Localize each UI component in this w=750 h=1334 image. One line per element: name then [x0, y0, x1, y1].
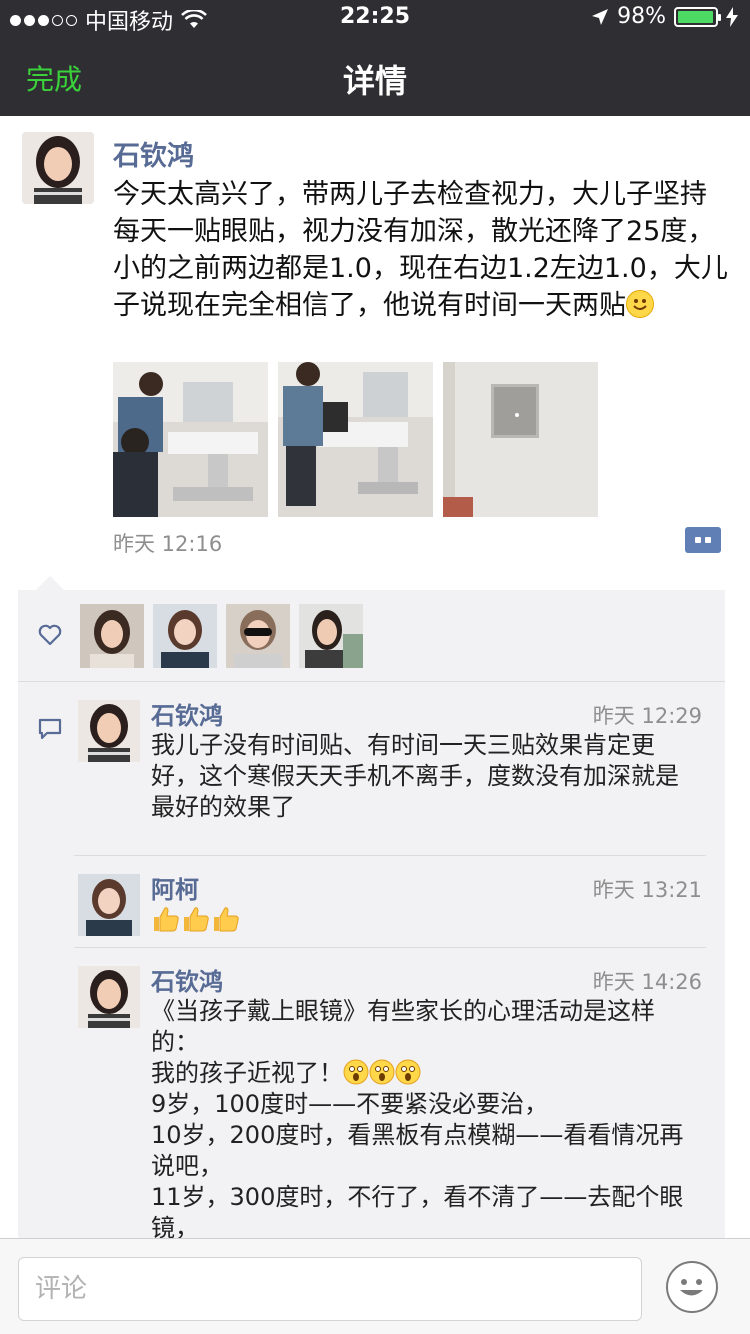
- likes-row: [18, 590, 725, 682]
- post-photos: [113, 362, 598, 517]
- location-arrow-icon: [592, 8, 609, 25]
- comment-input-bar: [0, 1238, 750, 1334]
- thumbs-up-icon: [211, 904, 241, 934]
- post-photo-3[interactable]: [443, 362, 598, 517]
- commenter-name[interactable]: 石钦鸿: [151, 696, 223, 731]
- thumbs-up-icon: [151, 904, 181, 934]
- commenter-avatar[interactable]: [78, 700, 140, 762]
- emoji-button[interactable]: [666, 1261, 718, 1313]
- battery-level-fill: [678, 10, 714, 23]
- liker-avatar[interactable]: [80, 604, 144, 668]
- comment-time: 昨天 14:26: [592, 970, 702, 994]
- shocked-emoji-icon: [395, 1059, 421, 1085]
- comment-action-button[interactable]: [685, 527, 721, 553]
- battery-icon: [674, 6, 721, 27]
- smile-emoji-icon: [626, 290, 654, 318]
- liker-avatar[interactable]: [299, 604, 363, 668]
- commenter-name[interactable]: 阿柯: [151, 870, 199, 905]
- liker-avatar[interactable]: [153, 604, 217, 668]
- commenter-avatar[interactable]: [78, 874, 140, 936]
- comment-text-line: 我的孩子近视了！: [151, 1059, 343, 1087]
- interaction-panel: 石钦鸿 昨天 12:29 我儿子没有时间贴、有时间一天三贴效果肯定更好，这个寒假…: [18, 590, 725, 1242]
- comment-text-intro: 《当孩子戴上眼镜》有些家长的心理活动是这样的：: [151, 997, 655, 1056]
- comment-text-rest: 9岁，100度时——不要紧没必要治， 10岁，200度时，看黑板有点模糊——看看…: [151, 1090, 684, 1242]
- comment-bubble-icon: [38, 718, 62, 740]
- commenter-name[interactable]: 石钦鸿: [151, 962, 223, 997]
- author-avatar[interactable]: [22, 132, 94, 204]
- top-bar: 中国移动 22:25 98% 完成 详情: [0, 0, 750, 116]
- smiley-face-icon: [680, 1279, 703, 1296]
- heart-icon: [38, 624, 62, 646]
- panel-pointer: [36, 576, 64, 590]
- comment-item[interactable]: 石钦鸿 昨天 14:26 《当孩子戴上眼镜》有些家长的心理活动是这样的： 我的孩…: [74, 948, 706, 1258]
- comment-time: 昨天 12:29: [592, 704, 702, 728]
- post-photo-2[interactable]: [278, 362, 433, 517]
- liker-avatars: [80, 604, 363, 668]
- navigation-bar: 完成 详情: [0, 36, 750, 116]
- comment-item[interactable]: 石钦鸿 昨天 12:29 我儿子没有时间贴、有时间一天三贴效果肯定更好，这个寒假…: [74, 682, 706, 856]
- shocked-emoji-icon: [343, 1059, 369, 1085]
- post-author-name[interactable]: 石钦鸿: [113, 134, 194, 173]
- post-timestamp: 昨天 12:16: [113, 532, 223, 556]
- shocked-emoji-icon: [369, 1059, 395, 1085]
- thumbs-up-icon: [181, 904, 211, 934]
- comment-time: 昨天 13:21: [592, 878, 702, 902]
- page-title: 详情: [342, 62, 407, 100]
- charging-bolt-icon: [726, 6, 738, 27]
- status-bar: 中国移动 22:25 98%: [0, 0, 750, 36]
- commenter-avatar[interactable]: [78, 966, 140, 1028]
- comment-item[interactable]: 阿柯 昨天 13:21: [74, 856, 706, 948]
- post-photo-1[interactable]: [113, 362, 268, 517]
- liker-avatar[interactable]: [226, 604, 290, 668]
- comments-list: 石钦鸿 昨天 12:29 我儿子没有时间贴、有时间一天三贴效果肯定更好，这个寒假…: [18, 682, 725, 1258]
- post-text: 今天太高兴了，带两儿子去检查视力，大儿子坚持每天一贴眼贴，视力没有加深，散光还降…: [113, 176, 728, 324]
- comment-input[interactable]: [18, 1257, 642, 1321]
- battery-percent: 98%: [617, 4, 666, 29]
